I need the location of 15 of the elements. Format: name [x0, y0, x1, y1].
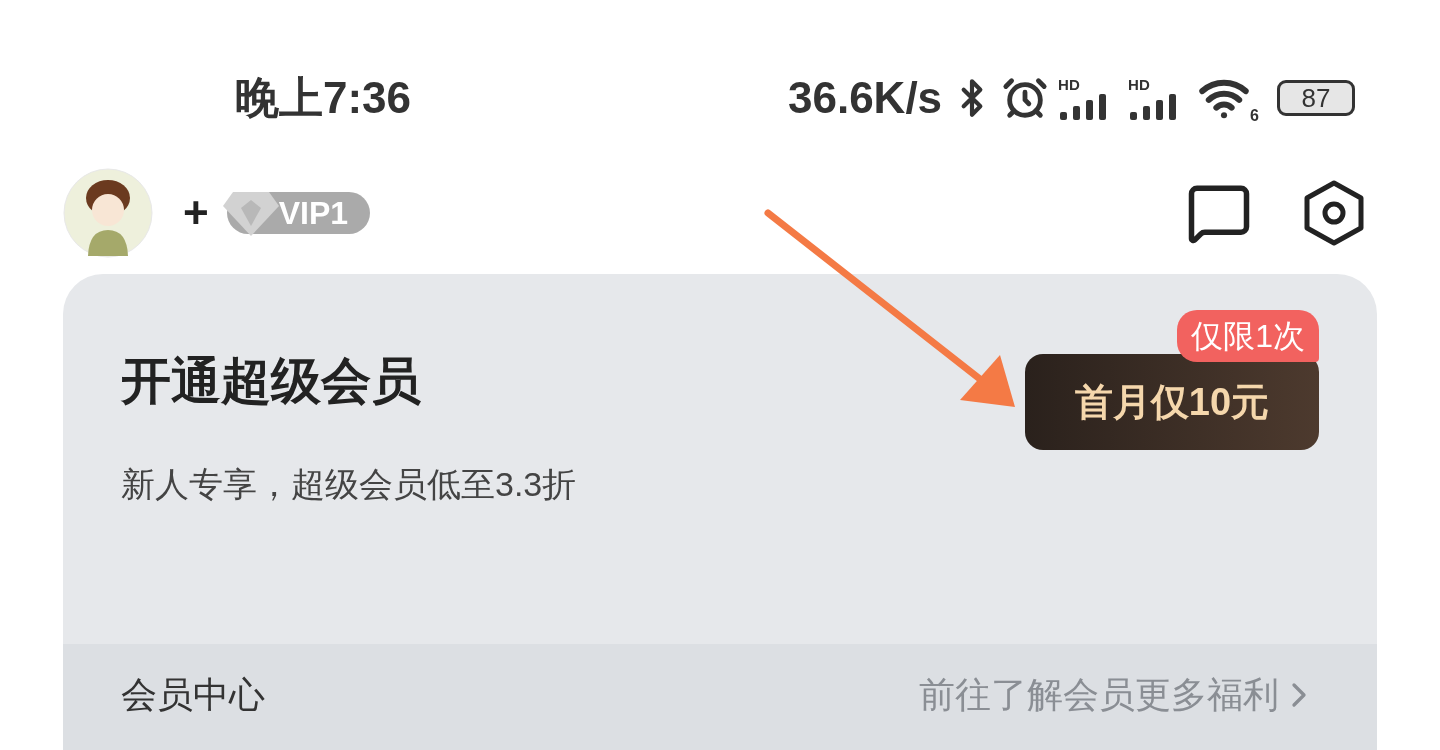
card-subtitle: 新人专享，超级会员低至3.3折 — [121, 464, 577, 505]
card-title: 开通超级会员 — [121, 352, 422, 411]
wifi-label: 6 — [1250, 108, 1259, 124]
limited-badge: 仅限1次 — [1177, 310, 1319, 362]
plus-sign: + — [183, 191, 209, 235]
signal-label: HD — [1058, 76, 1080, 92]
battery-indicator: 87 — [1277, 80, 1355, 116]
status-time: 晚上7:36 — [235, 72, 412, 124]
network-speed: 36.6K/s — [788, 72, 943, 124]
footer-label: 会员中心 — [121, 673, 265, 717]
signal-label: HD — [1128, 76, 1150, 92]
first-month-button[interactable]: 首月仅10元 — [1025, 354, 1319, 450]
alarm-icon — [1002, 75, 1049, 121]
vip-badge: VIP1 — [226, 192, 371, 234]
settings-icon[interactable] — [1302, 179, 1366, 247]
